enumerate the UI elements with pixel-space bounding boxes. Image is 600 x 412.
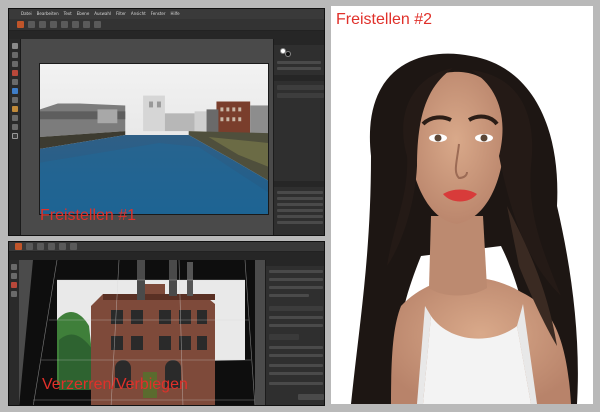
history-row[interactable]: [277, 221, 323, 224]
caption-text: Freistellen #2: [336, 11, 433, 28]
option-row[interactable]: [269, 294, 309, 297]
menu-item[interactable]: Bearbeiten: [37, 9, 59, 19]
menu-item[interactable]: Datei: [21, 9, 32, 19]
option-row[interactable]: [269, 382, 323, 385]
persona-develop-button[interactable]: [39, 21, 46, 28]
harbor-photo: [39, 63, 269, 215]
menu-item[interactable]: Ebene: [77, 9, 90, 19]
apply-button[interactable]: [298, 394, 324, 400]
toolbar-button[interactable]: [61, 21, 68, 28]
history-row[interactable]: [277, 197, 323, 200]
move-tool-icon[interactable]: [12, 43, 18, 49]
layer-row[interactable]: [277, 93, 324, 98]
menu-bar: Datei Bearbeiten Text Ebene Auswahl Filt…: [9, 9, 324, 19]
option-row[interactable]: [269, 354, 323, 357]
text-tool-icon[interactable]: [12, 97, 18, 103]
select-tool-icon[interactable]: [12, 52, 18, 58]
caption-verzerren: Verzerren/Verbiegen: [42, 376, 188, 394]
option-row[interactable]: [269, 324, 323, 327]
color-picker-tool-icon[interactable]: [12, 133, 18, 139]
collage: Datei Bearbeiten Text Ebene Auswahl Filt…: [0, 0, 600, 412]
shape-tool-icon[interactable]: [12, 106, 18, 112]
menu-item[interactable]: Text: [64, 9, 72, 19]
move-tool-icon[interactable]: [11, 264, 17, 270]
option-row[interactable]: [269, 286, 323, 289]
slider-row[interactable]: [277, 67, 321, 70]
toolbar-button[interactable]: [72, 21, 79, 28]
option-row[interactable]: [269, 278, 323, 281]
portrait-photo: [331, 6, 593, 404]
main-toolbar: [9, 242, 324, 252]
menu-item[interactable]: Ansicht: [131, 9, 146, 19]
option-button[interactable]: [269, 334, 299, 340]
option-row[interactable]: [269, 270, 323, 273]
history-row[interactable]: [277, 209, 323, 212]
hand-tool-icon[interactable]: [12, 124, 18, 130]
zoom-tool-icon[interactable]: [12, 115, 18, 121]
main-toolbar: [9, 19, 324, 31]
affinity-window-freistellen-1: Datei Bearbeiten Text Ebene Auswahl Filt…: [8, 8, 325, 236]
caption-freistellen-2: Freistellen #2: [336, 11, 432, 29]
tools-panel: [9, 260, 19, 405]
crop-tool-icon[interactable]: [11, 291, 17, 297]
brush-tool-icon[interactable]: [12, 70, 18, 76]
menu-item[interactable]: Fenster: [151, 9, 166, 19]
toolbar-button[interactable]: [70, 243, 77, 250]
history-row[interactable]: [277, 215, 323, 218]
menu-item[interactable]: Hilfe: [171, 9, 180, 19]
eraser-tool-icon[interactable]: [12, 79, 18, 85]
select-tool-icon[interactable]: [11, 273, 17, 279]
caption-text: Freistellen #1: [40, 207, 137, 224]
caption-freistellen-1: Freistellen #1: [40, 207, 136, 225]
secondary-color-swatch[interactable]: [285, 51, 291, 57]
persona-liquify-button[interactable]: [28, 21, 35, 28]
option-row[interactable]: [269, 364, 323, 367]
option-row[interactable]: [269, 306, 323, 311]
toolbar-button[interactable]: [94, 21, 101, 28]
context-toolbar: [9, 252, 324, 260]
context-toolbar: [9, 31, 324, 39]
studio-panels-right: [273, 39, 324, 235]
crop-tool-icon[interactable]: [12, 61, 18, 67]
option-row[interactable]: [269, 372, 323, 375]
history-row[interactable]: [277, 203, 323, 206]
slider-row[interactable]: [277, 61, 321, 64]
layers-panel-header[interactable]: [274, 75, 324, 81]
history-row[interactable]: [277, 191, 323, 194]
toolbar-button[interactable]: [48, 243, 55, 250]
panel-header[interactable]: [266, 260, 324, 266]
menu-item[interactable]: Filter: [116, 9, 126, 19]
fill-tool-icon[interactable]: [12, 88, 18, 94]
toolbar-button[interactable]: [26, 243, 33, 250]
history-panel-header[interactable]: [274, 181, 324, 187]
persona-photo-button[interactable]: [17, 21, 24, 28]
toolbar-button[interactable]: [59, 243, 66, 250]
option-row[interactable]: [269, 346, 323, 349]
layer-row[interactable]: [277, 85, 324, 90]
caption-text: Verzerren/Verbiegen: [42, 376, 188, 393]
toolbar-button[interactable]: [50, 21, 57, 28]
toolbar-button[interactable]: [83, 21, 90, 28]
tools-panel: [9, 39, 21, 235]
brush-tool-icon[interactable]: [11, 282, 17, 288]
perspective-panel-right: [265, 260, 324, 405]
color-panel-header[interactable]: [274, 39, 324, 45]
option-row[interactable]: [269, 316, 323, 319]
toolbar-button[interactable]: [37, 243, 44, 250]
persona-photo-button[interactable]: [15, 243, 22, 250]
menu-item[interactable]: Auswahl: [94, 9, 111, 19]
